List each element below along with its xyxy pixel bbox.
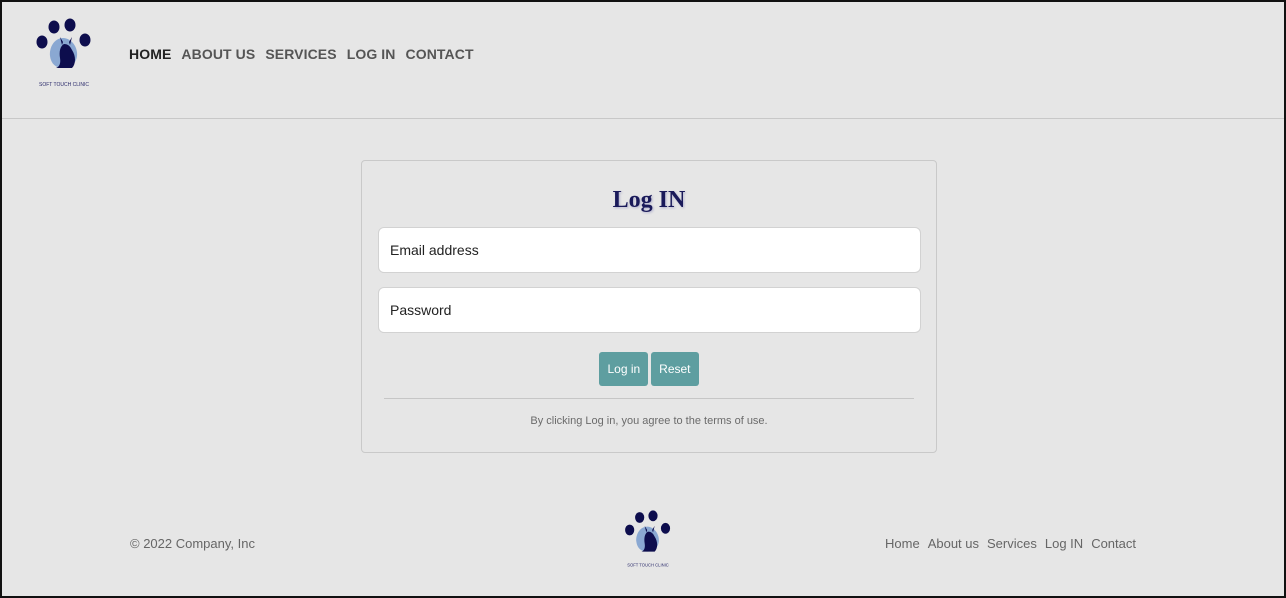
login-title: Log IN — [612, 187, 686, 213]
footer-nav-home[interactable]: Home — [885, 536, 920, 551]
email-input[interactable] — [378, 227, 921, 273]
footer-nav-about-us[interactable]: About us — [928, 536, 979, 551]
terms-text: By clicking Log in, you agree to the ter… — [530, 415, 768, 427]
card-divider — [384, 398, 914, 399]
nav-services[interactable]: SERVICES — [265, 46, 336, 62]
clinic-logo-icon[interactable]: SOFT TOUCH CLINIC — [36, 18, 92, 90]
site-header: SOFT TOUCH CLINIC HOME ABOUT US SERVICES… — [2, 2, 1284, 119]
nav-home[interactable]: HOME — [129, 46, 171, 62]
nav-contact[interactable]: CONTACT — [406, 46, 474, 62]
page-frame: SOFT TOUCH CLINIC HOME ABOUT US SERVICES… — [0, 0, 1286, 598]
footer-logo-icon: SOFT TOUCH CLINIC — [625, 510, 671, 568]
reset-button[interactable]: Reset — [651, 352, 699, 386]
nav-about-us[interactable]: ABOUT US — [181, 46, 255, 62]
button-row: Log in Reset — [362, 352, 936, 386]
password-input[interactable] — [378, 287, 921, 333]
footer-nav-services[interactable]: Services — [987, 536, 1037, 551]
footer-nav-log-in[interactable]: Log IN — [1045, 536, 1083, 551]
footer-nav: Home About us Services Log IN Contact — [885, 536, 1136, 551]
login-button[interactable]: Log in — [599, 352, 649, 386]
logo-wordmark: SOFT TOUCH CLINIC — [39, 82, 89, 88]
nav-log-in[interactable]: LOG IN — [347, 46, 396, 62]
main-nav: HOME ABOUT US SERVICES LOG IN CONTACT — [129, 46, 474, 62]
login-card: Log IN Log in Reset By clicking Log in, … — [361, 160, 937, 453]
copyright-text: © 2022 Company, Inc — [130, 536, 255, 551]
footer-logo-wordmark: SOFT TOUCH CLINIC — [627, 563, 669, 568]
footer-nav-contact[interactable]: Contact — [1091, 536, 1136, 551]
